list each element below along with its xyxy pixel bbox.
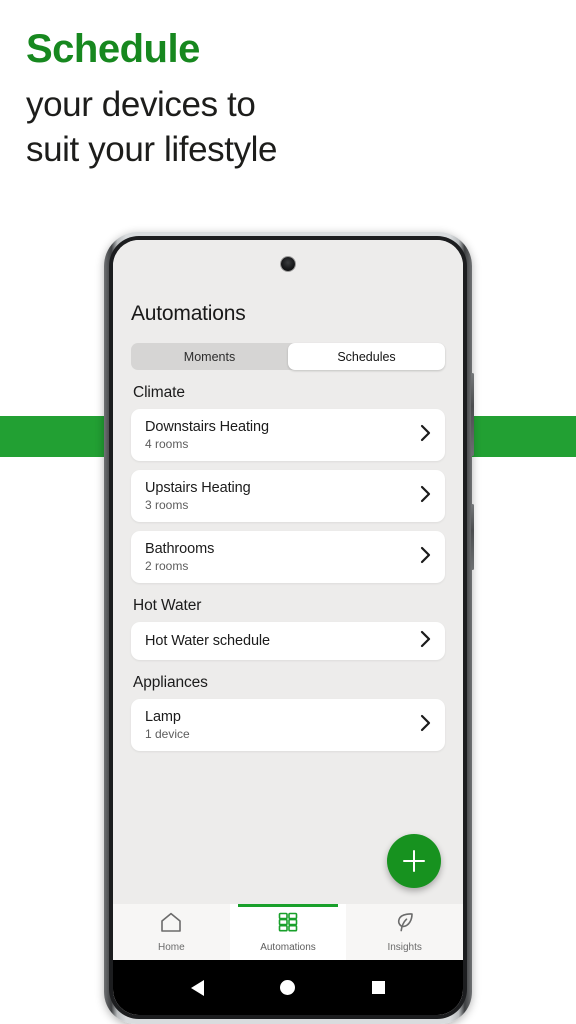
page-title: Automations	[131, 302, 246, 325]
phone-device: Automations Moments Schedules Climate Do…	[104, 232, 474, 1024]
list-item-title: Downstairs Heating	[145, 419, 269, 435]
plus-icon	[403, 850, 425, 872]
power-button[interactable]	[471, 504, 474, 570]
chevron-right-icon	[420, 630, 431, 653]
card-texts: Lamp 1 device	[145, 709, 190, 741]
home-icon	[159, 911, 183, 938]
list-item-title: Upstairs Heating	[145, 480, 251, 496]
promo-subline-1: your devices to	[26, 85, 256, 125]
chevron-right-icon	[420, 714, 431, 737]
segmented-control[interactable]: Moments Schedules	[131, 343, 445, 370]
card-texts: Hot Water schedule	[145, 633, 270, 649]
back-triangle-icon[interactable]	[191, 979, 205, 996]
recents-square-icon[interactable]	[371, 981, 385, 994]
tab-automations-label: Automations	[260, 942, 316, 953]
app-content-scroll[interactable]: Automations Moments Schedules Climate Do…	[113, 240, 463, 904]
section-header-appliances: Appliances	[133, 674, 208, 691]
promo-subline-2: suit your lifestyle	[26, 129, 278, 169]
card-texts: Downstairs Heating 4 rooms	[145, 419, 269, 451]
home-circle-icon[interactable]	[280, 980, 296, 995]
app-root: Automations Moments Schedules Climate Do…	[113, 240, 463, 1015]
card-texts: Bathrooms 2 rooms	[145, 541, 214, 573]
section-header-climate: Climate	[133, 384, 185, 401]
list-item[interactable]: Hot Water schedule	[131, 622, 445, 660]
list-item-subtitle: 2 rooms	[145, 559, 189, 573]
list-item-subtitle: 3 rooms	[145, 498, 189, 512]
list-item[interactable]: Downstairs Heating 4 rooms	[131, 409, 445, 461]
list-item-title: Hot Water schedule	[145, 633, 270, 649]
list-item-title: Lamp	[145, 709, 181, 725]
volume-button[interactable]	[471, 373, 474, 456]
chevron-right-icon	[420, 485, 431, 508]
tab-insights[interactable]: Insights	[346, 904, 463, 960]
chevron-right-icon	[420, 424, 431, 447]
bottom-tab-bar: Home Automations Insights	[113, 904, 463, 960]
list-item-title: Bathrooms	[145, 541, 215, 557]
tab-home[interactable]: Home	[113, 904, 230, 960]
tab-insights-label: Insights	[387, 942, 422, 953]
card-texts: Upstairs Heating 3 rooms	[145, 480, 251, 512]
grid-icon	[276, 911, 300, 938]
tab-automations[interactable]: Automations	[229, 904, 347, 960]
chevron-right-icon	[420, 546, 431, 569]
tab-moments[interactable]: Moments	[131, 343, 288, 370]
list-item[interactable]: Upstairs Heating 3 rooms	[131, 470, 445, 522]
tab-home-label: Home	[157, 942, 185, 953]
list-item[interactable]: Lamp 1 device	[131, 699, 445, 751]
promo-headline: Schedule	[26, 27, 200, 71]
list-item-subtitle: 4 rooms	[145, 437, 189, 451]
tab-schedules[interactable]: Schedules	[288, 343, 445, 370]
promo-headline-block: Schedule your devices to suit your lifes…	[26, 26, 546, 173]
phone-screen: Automations Moments Schedules Climate Do…	[113, 240, 463, 1015]
list-item-subtitle: 1 device	[145, 727, 190, 741]
leaf-icon	[393, 911, 417, 938]
android-system-nav-bar	[113, 960, 463, 1015]
front-camera-icon	[281, 257, 295, 271]
section-header-hot-water: Hot Water	[133, 597, 202, 614]
list-item[interactable]: Bathrooms 2 rooms	[131, 531, 445, 583]
add-automation-button[interactable]	[387, 834, 441, 888]
